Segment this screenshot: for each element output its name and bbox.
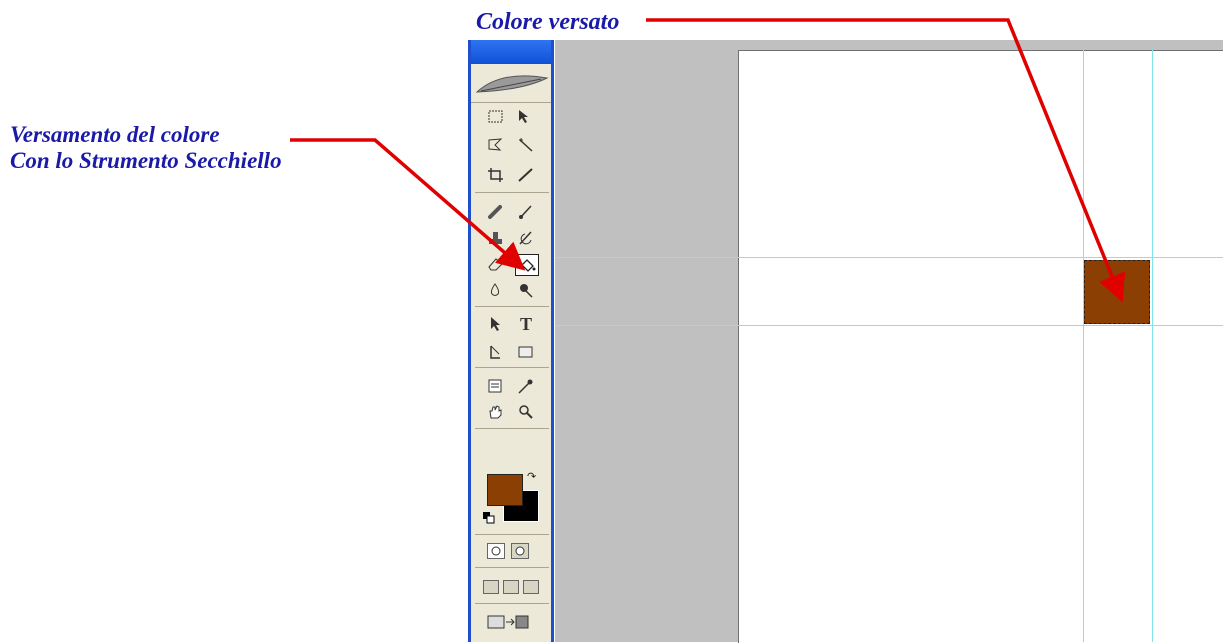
arrow-to-paint-bucket bbox=[290, 138, 526, 271]
arrow-to-filled-area bbox=[646, 18, 1126, 303]
annotation-arrows bbox=[290, 18, 1126, 303]
